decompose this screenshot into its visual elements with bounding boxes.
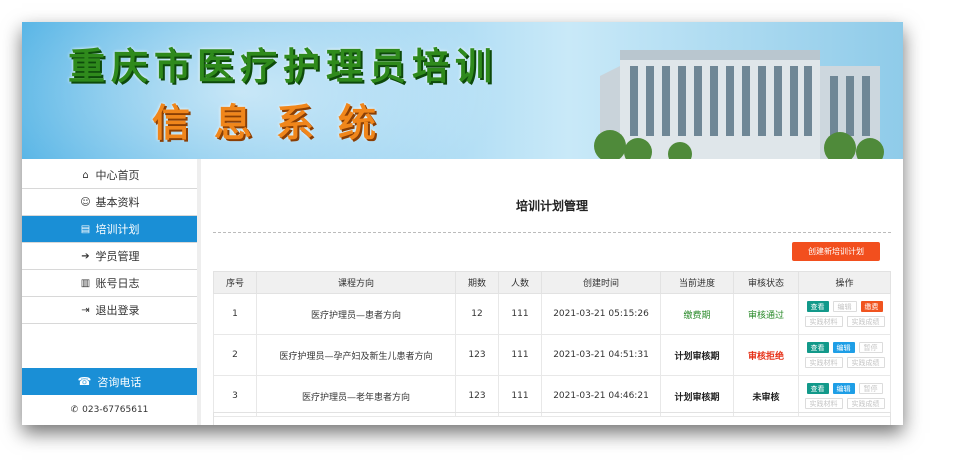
cell-course: 医疗护理员—老年患者方向: [256, 375, 456, 417]
col-header-course: 课程方向: [256, 271, 456, 294]
view-button[interactable]: 查看: [806, 342, 829, 353]
sidebar-item-label: 基本资料: [95, 196, 140, 209]
edit-button[interactable]: 编辑: [832, 342, 855, 353]
user-icon: ☺: [80, 196, 91, 208]
practical-material-button-disabled: 实践材料: [804, 316, 843, 327]
header-banner: 重庆市医疗护理员培训 信息系统: [22, 22, 903, 159]
cell-actions: 查看 编辑 暂停 实践材料 实践成绩: [798, 334, 891, 376]
col-header-actions: 操作: [798, 271, 891, 294]
cell-created: 2021-03-21 04:46:21: [541, 375, 661, 417]
hotline-label: 咨询电话: [97, 375, 142, 389]
sidebar-item-label: 账号日志: [95, 277, 140, 290]
cell-created: 2021-03-21 05:15:26: [541, 293, 661, 335]
cell-course: 医疗护理员—患者方向: [256, 293, 456, 335]
cell-people: 111: [498, 293, 542, 335]
view-button[interactable]: 查看: [806, 301, 829, 312]
pause-button-disabled: 暂停: [858, 383, 883, 394]
cell-term: 123: [455, 334, 499, 376]
sidebar-item-training-plan[interactable]: ▤ 培训计划: [22, 216, 197, 243]
edit-button-disabled: 编辑: [832, 301, 857, 312]
sidebar-item-label: 学员管理: [95, 250, 140, 263]
main-content: 培训计划管理 创建新培训计划 序号 课程方向 期数 人数 创建时间 当前进度 审…: [201, 159, 903, 425]
col-header-no: 序号: [213, 271, 257, 294]
cell-progress: 计划审核期: [660, 334, 734, 376]
cell-people: 111: [498, 375, 542, 417]
phone-small-icon: ✆: [70, 405, 79, 415]
cell-status: 审核拒绝: [733, 334, 799, 376]
table-header-row: 序号 课程方向 期数 人数 创建时间 当前进度 审核状态 操作: [213, 271, 891, 294]
cell-no: 2: [213, 334, 257, 376]
sidebar-item-label: 中心首页: [95, 169, 140, 182]
cell-term: 12: [455, 293, 499, 335]
pause-button-disabled: 暂停: [858, 342, 883, 353]
app-window: 重庆市医疗护理员培训 信息系统 ⌂ 中心首页 ☺ 基本资料 ▤ 培训计划 ➔ 学…: [22, 22, 903, 425]
table-row: 2 医疗护理员—孕产妇及新生儿患者方向 123 111 2021-03-21 0…: [213, 334, 891, 376]
page-title: 培训计划管理: [515, 199, 588, 213]
training-plan-table: 序号 课程方向 期数 人数 创建时间 当前进度 审核状态 操作 1 医疗护理员—…: [213, 271, 891, 417]
logout-icon: ⇥: [81, 304, 90, 316]
system-title-line2: 信息系统: [152, 100, 401, 145]
sidebar: ⌂ 中心首页 ☺ 基本资料 ▤ 培训计划 ➔ 学员管理 ▥ 账号日志 ⇥ 退出登…: [22, 162, 197, 425]
sidebar-item-students[interactable]: ➔ 学员管理: [22, 243, 197, 270]
system-title-line1: 重庆市医疗护理员培训: [68, 44, 498, 88]
table-row: 3 医疗护理员—老年患者方向 123 111 2021-03-21 04:46:…: [213, 375, 891, 417]
cell-created: 2021-03-21 04:51:31: [541, 334, 661, 376]
cell-people: 111: [498, 334, 542, 376]
col-header-progress: 当前进度: [660, 271, 734, 294]
col-header-created: 创建时间: [541, 271, 661, 294]
title-divider: [213, 232, 891, 233]
arrow-right-icon: ➔: [81, 250, 90, 262]
col-header-term: 期数: [455, 271, 499, 294]
cell-actions: 查看 编辑 暂停 实践材料 实践成绩: [798, 375, 891, 417]
cell-term: 123: [455, 375, 499, 417]
cell-progress: 计划审核期: [660, 375, 734, 417]
hotline-header: ☎ 咨询电话: [22, 368, 197, 395]
sidebar-item-profile[interactable]: ☺ 基本资料: [22, 189, 197, 216]
cell-no: 1: [213, 293, 257, 335]
sidebar-item-home[interactable]: ⌂ 中心首页: [22, 162, 197, 189]
table-row: 1 医疗护理员—患者方向 12 111 2021-03-21 05:15:26 …: [213, 293, 891, 335]
pagination-bar: [213, 412, 891, 425]
view-button[interactable]: 查看: [806, 383, 829, 394]
col-header-status: 审核状态: [733, 271, 799, 294]
create-plan-button[interactable]: 创建新培训计划: [792, 242, 880, 261]
home-icon: ⌂: [82, 169, 89, 181]
practical-material-button-disabled: 实践材料: [804, 398, 843, 409]
hotline-number-row: ✆ 023-67765611: [22, 400, 197, 420]
practical-score-button-disabled: 实践成绩: [846, 316, 885, 327]
cell-status: 未审核: [733, 375, 799, 417]
practical-score-button-disabled: 实践成绩: [846, 357, 885, 368]
log-icon: ▥: [80, 277, 91, 289]
phone-icon: ☎: [77, 375, 92, 388]
cell-progress: 缴费期: [660, 293, 734, 335]
cell-course: 医疗护理员—孕产妇及新生儿患者方向: [256, 334, 456, 376]
col-header-people: 人数: [498, 271, 542, 294]
pay-button[interactable]: 缴费: [860, 301, 883, 312]
edit-button[interactable]: 编辑: [832, 383, 855, 394]
sidebar-item-account-log[interactable]: ▥ 账号日志: [22, 270, 197, 297]
hotline-number: 023-67765611: [82, 405, 149, 415]
sidebar-item-label: 退出登录: [95, 304, 140, 317]
cell-status: 审核通过: [733, 293, 799, 335]
building-image: [594, 50, 884, 159]
document-icon: ▤: [80, 223, 91, 235]
practical-score-button-disabled: 实践成绩: [846, 398, 885, 409]
sidebar-item-label: 培训计划: [95, 223, 140, 236]
sidebar-item-logout[interactable]: ⇥ 退出登录: [22, 297, 197, 324]
cell-actions: 查看 编辑 缴费 实践材料 实践成绩: [798, 293, 891, 335]
practical-material-button-disabled: 实践材料: [804, 357, 843, 368]
cell-no: 3: [213, 375, 257, 417]
